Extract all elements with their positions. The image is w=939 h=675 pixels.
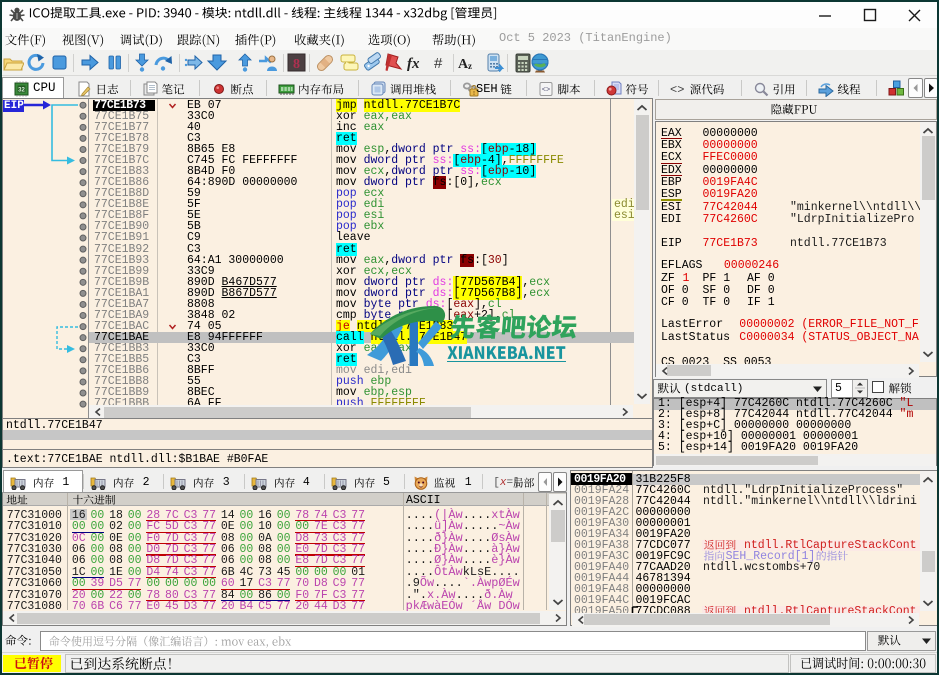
- svg-text:z: z: [468, 61, 472, 71]
- svg-text:fx: fx: [407, 56, 420, 72]
- svg-text:!: !: [473, 91, 475, 97]
- svg-text:<>: <>: [670, 83, 684, 97]
- svg-text:<>: <>: [541, 87, 549, 95]
- svg-text:#: #: [434, 55, 443, 72]
- svg-text:8: 8: [293, 57, 300, 72]
- svg-text:32: 32: [18, 88, 25, 94]
